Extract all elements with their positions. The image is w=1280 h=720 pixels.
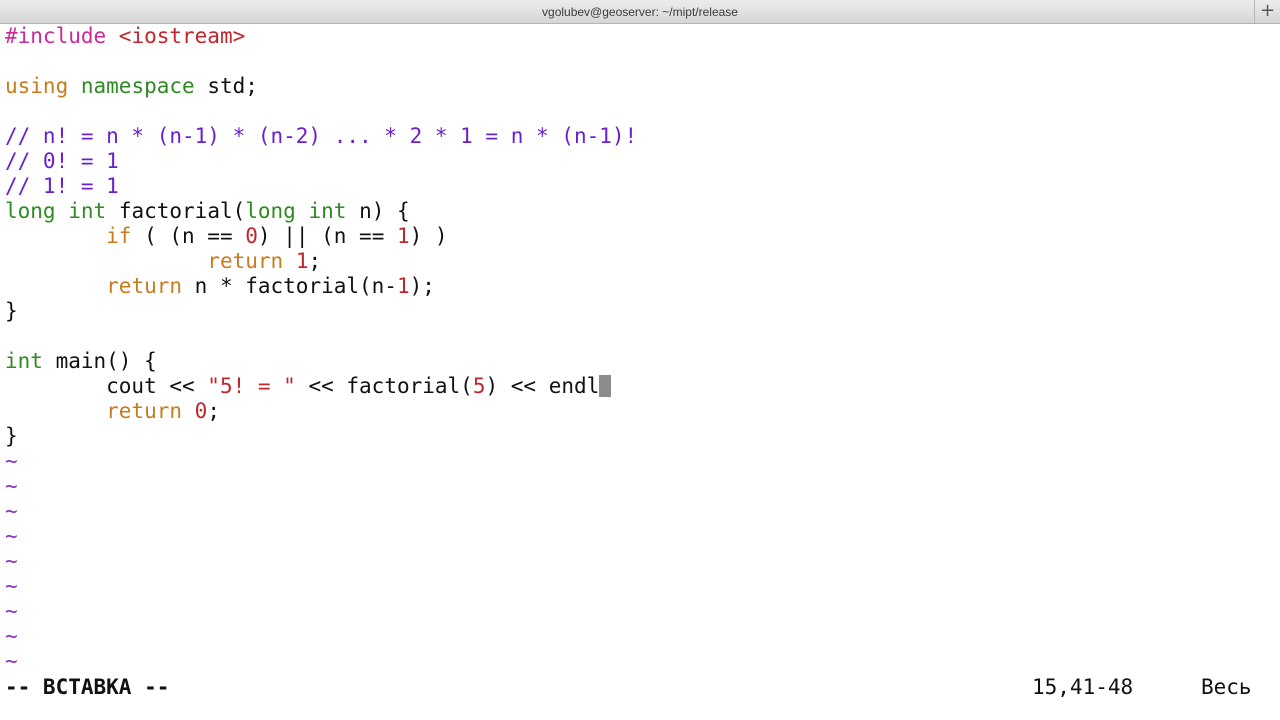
code-token: ) << endl: [485, 374, 600, 398]
text-cursor: [599, 374, 612, 397]
code-line[interactable]: [5, 49, 1280, 74]
cursor-position: 15,41-48: [1032, 675, 1134, 699]
code-token: using: [5, 74, 69, 98]
code-token: n * factorial(n-: [182, 274, 397, 298]
code-token: 0: [245, 224, 258, 248]
empty-line-marker: ~: [5, 549, 18, 573]
code-line[interactable]: return n * factorial(n-1);: [5, 274, 1280, 299]
code-token: ) ): [409, 224, 448, 248]
new-tab-button[interactable]: +: [1254, 0, 1280, 23]
code-line[interactable]: #include <iostream>: [5, 24, 1280, 49]
empty-line-marker: ~: [5, 524, 18, 548]
empty-line-marker: ~: [5, 649, 18, 673]
empty-line-marker: ~: [5, 624, 18, 648]
code-line[interactable]: long int factorial(long int n) {: [5, 199, 1280, 224]
code-token: int: [5, 349, 43, 373]
code-line[interactable]: [5, 99, 1280, 124]
code-token: << factorial(: [295, 374, 473, 398]
window-title: vgolubev@geoserver: ~/mipt/release: [542, 5, 738, 19]
code-token: return: [106, 274, 183, 298]
vim-statusline: -- ВСТАВКА -- 15,41-48 Весь: [5, 674, 1280, 700]
code-token: 1: [396, 274, 410, 298]
code-token: main() {: [42, 349, 157, 373]
code-token: <iostream>: [118, 24, 246, 48]
mode-indicator: -- ВСТАВКА --: [5, 675, 170, 699]
code-token: "5! = ": [207, 374, 296, 398]
code-token: long: [5, 199, 56, 223]
code-token: int: [308, 199, 347, 223]
code-token: ( (n ==: [131, 224, 246, 248]
empty-line-marker: ~: [5, 449, 18, 473]
code-token: 1: [295, 249, 309, 273]
code-line[interactable]: }: [5, 299, 1280, 324]
code-token: // 1! = 1: [5, 174, 119, 198]
code-token: namespace: [80, 74, 195, 98]
code-token: cout <<: [5, 374, 208, 398]
code-token: ;: [207, 399, 220, 423]
code-line[interactable]: cout << "5! = " << factorial(5) << endl: [5, 374, 1280, 399]
code-token: }: [5, 299, 18, 323]
code-token: return: [106, 399, 183, 423]
code-token: ) || (n ==: [257, 224, 397, 248]
code-token: // n! = n * (n-1) * (n-2) ... * 2 * 1 = …: [5, 124, 638, 148]
code-line[interactable]: using namespace std;: [5, 74, 1280, 99]
code-token: n) {: [346, 199, 410, 223]
code-token: 0: [194, 399, 208, 423]
code-token: }: [5, 424, 18, 448]
code-token: // 0! = 1: [5, 149, 119, 173]
code-line[interactable]: if ( (n == 0) || (n == 1) ): [5, 224, 1280, 249]
code-line[interactable]: return 0;: [5, 399, 1280, 424]
empty-line-marker: ~: [5, 499, 18, 523]
code-token: 1: [396, 224, 410, 248]
code-line[interactable]: [5, 324, 1280, 349]
code-line[interactable]: // n! = n * (n-1) * (n-2) ... * 2 * 1 = …: [5, 124, 1280, 149]
empty-line-marker: ~: [5, 599, 18, 623]
code-line[interactable]: }: [5, 424, 1280, 449]
code-token: std;: [194, 74, 258, 98]
code-token: #include: [5, 24, 119, 48]
code-token: factorial(: [106, 199, 246, 223]
code-line[interactable]: return 1;: [5, 249, 1280, 274]
empty-line-marker: ~: [5, 474, 18, 498]
code-token: );: [409, 274, 435, 298]
code-token: return: [207, 249, 284, 273]
code-token: int: [68, 199, 107, 223]
window-titlebar: vgolubev@geoserver: ~/mipt/release +: [0, 0, 1280, 24]
code-token: ;: [308, 249, 322, 273]
code-token: 5: [472, 374, 486, 398]
code-token: if: [106, 224, 132, 248]
empty-line-marker: ~: [5, 574, 18, 598]
code-token: long: [245, 199, 296, 223]
code-line[interactable]: // 1! = 1: [5, 174, 1280, 199]
code-line[interactable]: int main() {: [5, 349, 1280, 374]
code-line[interactable]: // 0! = 1: [5, 149, 1280, 174]
vim-editor[interactable]: #include <iostream> using namespace std; /…: [5, 24, 1280, 674]
scroll-position: Весь: [1201, 675, 1252, 699]
